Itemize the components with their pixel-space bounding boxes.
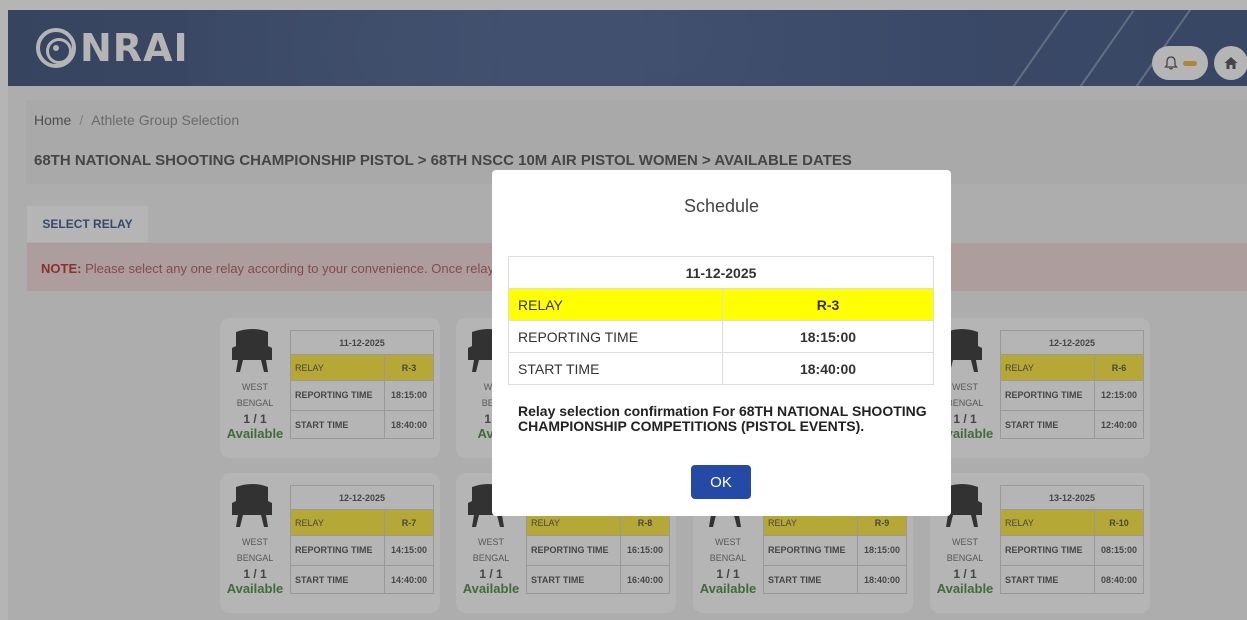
confirmation-text: Relay selection confirmation For 68TH NA… <box>518 403 927 434</box>
start-value: 18:40:00 <box>722 352 934 385</box>
relay-value: R-3 <box>722 288 934 321</box>
schedule-date: 11-12-2025 <box>508 256 934 289</box>
reporting-value: 18:15:00 <box>722 320 934 353</box>
start-label: START TIME <box>508 352 723 385</box>
ok-button[interactable]: OK <box>691 465 751 499</box>
schedule-modal: Schedule 11-12-2025 RELAY R-3 REPORTING T… <box>492 170 951 516</box>
relay-label: RELAY <box>508 288 723 321</box>
schedule-table: 11-12-2025 RELAY R-3 REPORTING TIME 18:15:… <box>508 256 934 385</box>
reporting-label: REPORTING TIME <box>508 320 723 353</box>
modal-title: Schedule <box>683 196 760 216</box>
